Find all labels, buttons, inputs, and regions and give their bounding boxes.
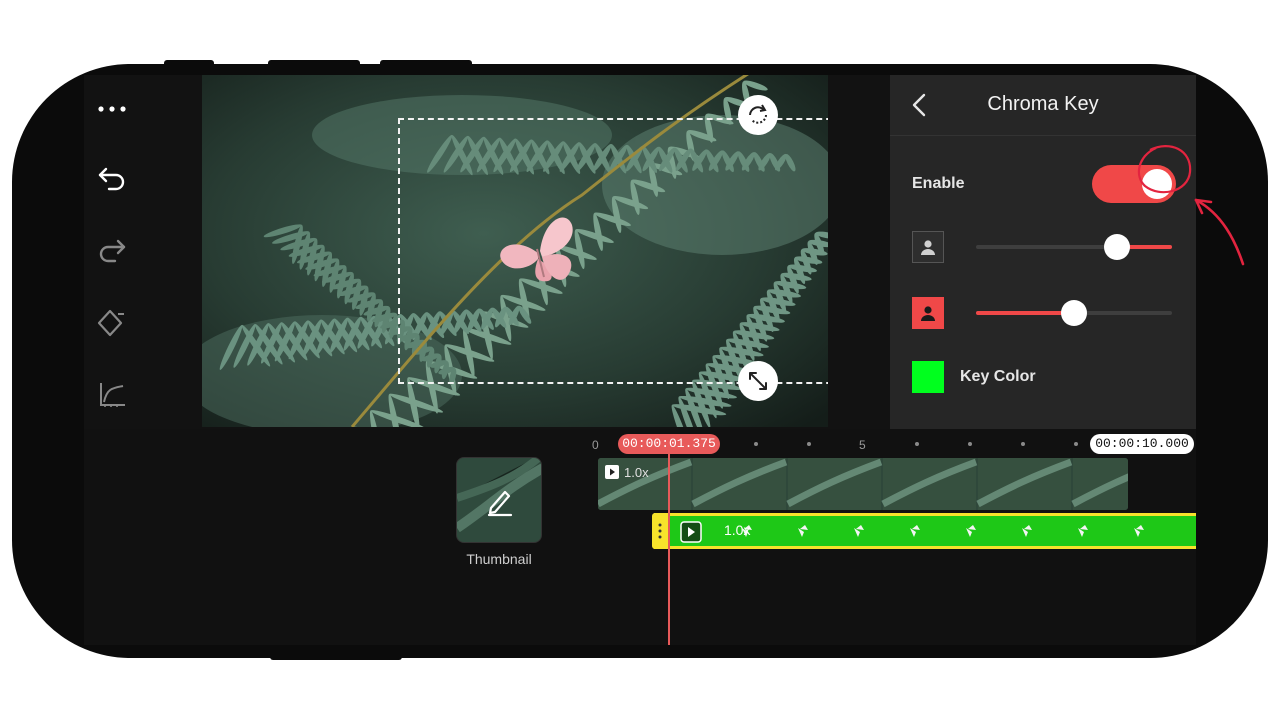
speed-curve-icon[interactable] <box>90 373 134 417</box>
thumbnail-label: Thumbnail <box>466 551 532 567</box>
overlay-frame-mark <box>910 525 920 537</box>
panel-header: Chroma Key <box>890 75 1196 136</box>
ruler-tick <box>1074 442 1078 446</box>
overlay-frame-mark <box>1134 525 1144 537</box>
enable-label: Enable <box>912 175 965 192</box>
slider-2[interactable] <box>976 300 1172 326</box>
keyframe-icon[interactable] <box>90 301 134 345</box>
edit-pencil-icon <box>483 484 517 518</box>
ruler-tick <box>1021 442 1025 446</box>
playhead[interactable] <box>668 449 670 645</box>
slider-1-knob[interactable] <box>1104 234 1131 260</box>
ruler-label-mid: 5 <box>859 438 866 452</box>
rotate-handle-icon[interactable] <box>738 95 778 135</box>
ruler-label-start: 0 <box>592 438 599 452</box>
timeline[interactable]: Thumbnail 0 5 00:00:01.375 00:00:10.000 … <box>84 429 1196 645</box>
selection-box[interactable] <box>398 118 828 384</box>
slider-1[interactable] <box>976 234 1172 260</box>
key-color-label: Key Color <box>960 368 1036 385</box>
ruler-tick <box>968 442 972 446</box>
person-outline-icon <box>912 231 944 263</box>
key-color-swatch[interactable] <box>912 361 944 393</box>
end-time-badge: 00:00:10.000 <box>1090 434 1194 454</box>
panel-title: Chroma Key <box>987 93 1099 115</box>
video-preview[interactable] <box>202 75 828 427</box>
overlay-frame-mark <box>798 525 808 537</box>
ruler-tick <box>807 442 811 446</box>
overlay-frame-mark <box>1022 525 1032 537</box>
toggle-knob <box>1142 169 1172 199</box>
chroma-key-panel: Chroma Key Enable Key Color <box>890 75 1196 429</box>
overlay-clip-trim-handle[interactable] <box>652 513 668 549</box>
overlay-frame-mark <box>966 525 976 537</box>
app-screen: Chroma Key Enable Key Color Thumbnail 0 … <box>84 75 1196 645</box>
slider-2-knob[interactable] <box>1061 300 1087 326</box>
overlay-clip-speed: 1.0x <box>724 522 751 538</box>
overlay-frame-mark <box>1078 525 1088 537</box>
resize-handle-icon[interactable] <box>738 361 778 401</box>
video-clip-frames <box>598 458 1128 510</box>
video-clip-speed: 1.0x <box>624 464 649 480</box>
more-icon[interactable] <box>90 87 134 131</box>
video-clip[interactable]: 1.0x <box>598 458 1128 510</box>
ruler-tick <box>915 442 919 446</box>
thumbnail-button[interactable] <box>456 457 542 543</box>
enable-toggle[interactable] <box>1092 165 1176 203</box>
overlay-frame-mark <box>854 525 864 537</box>
play-icon <box>605 465 619 479</box>
ruler-tick <box>754 442 758 446</box>
slider-2-fill <box>976 311 1074 315</box>
overlay-play-icon <box>680 521 702 543</box>
undo-icon[interactable] <box>90 157 134 201</box>
video-clip-chip: 1.0x <box>604 464 649 480</box>
redo-icon[interactable] <box>90 229 134 273</box>
person-filled-icon <box>912 297 944 329</box>
